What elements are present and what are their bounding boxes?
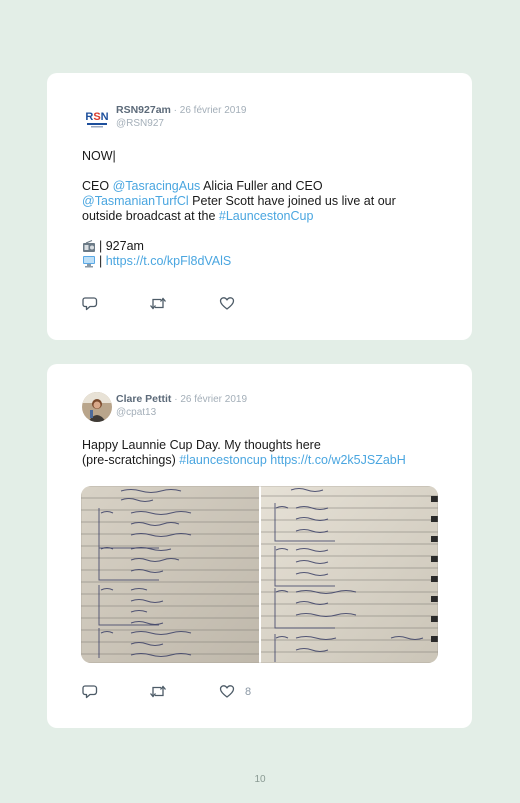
tweet-card: Clare Pettit · 26 février 2019 @cpat13 H… [47,364,472,728]
tweet-date[interactable]: · 26 février 2019 [174,394,247,405]
tweet-date[interactable]: · 26 février 2019 [174,105,247,116]
svg-text:RSN: RSN [85,111,108,123]
tweet-text: Happy Launnie Cup Day. My thoughts here … [82,438,442,468]
tweet-line: | https://t.co/kpFl8dVAlS [82,254,442,269]
tweet-line: CEO @TasracingAus Alicia Fuller and CEO [82,179,323,193]
author-handle[interactable]: @cpat13 [116,407,156,418]
notebook-photo-icon [81,486,438,663]
user-photo-icon [82,392,112,422]
author-handle[interactable]: @RSN927 [116,118,164,129]
mention-link[interactable]: @TasmanianTurfCl [82,194,189,208]
author-name[interactable]: Clare Pettit [116,393,171,405]
like-button[interactable] [219,296,235,311]
tweet-line: outside broadcast at the #LauncestonCup [82,209,314,223]
url-link[interactable]: https://t.co/kpFl8dVAlS [106,254,232,269]
tweet-photo[interactable] [81,486,438,663]
computer-icon [83,256,95,268]
avatar[interactable] [82,392,112,422]
tweet-line: NOW| [82,149,116,163]
like-count: 8 [245,685,252,698]
reply-button[interactable] [82,684,98,699]
hashtag-link[interactable]: #launcestoncup [179,453,267,467]
tweet-line: (pre-scratchings) #launcestoncup https:/… [82,453,406,467]
author-name[interactable]: RSN927am [116,104,171,116]
page-number: 10 [254,774,266,785]
like-button[interactable]: 8 [219,684,251,699]
rsn-logo-icon: RSN [82,103,112,133]
heart-icon [219,685,235,698]
tweet-line: Happy Launnie Cup Day. My thoughts here [82,438,321,452]
tweet-card: RSN RSN927am · 26 février 2019 @RSN927 N… [47,73,472,340]
retweet-icon [150,297,166,310]
reply-icon [82,297,98,311]
tweet-line: @TasmanianTurfCl Peter Scott have joined… [82,194,396,208]
retweet-button[interactable] [149,296,167,311]
tweet-text: NOW| CEO @TasracingAus Alicia Fuller and… [82,149,442,269]
retweet-button[interactable] [149,684,167,699]
reply-button[interactable] [82,296,98,311]
avatar[interactable]: RSN [82,103,112,133]
radio-icon [83,240,95,252]
reply-icon [82,685,98,699]
tweet-line: | 927am [82,239,442,254]
retweet-icon [150,685,166,698]
heart-icon [219,297,235,310]
mention-link[interactable]: @TasracingAus [113,179,201,193]
url-link[interactable]: https://t.co/w2k5JSZabH [267,453,405,467]
hashtag-link[interactable]: #LauncestonCup [219,209,314,223]
